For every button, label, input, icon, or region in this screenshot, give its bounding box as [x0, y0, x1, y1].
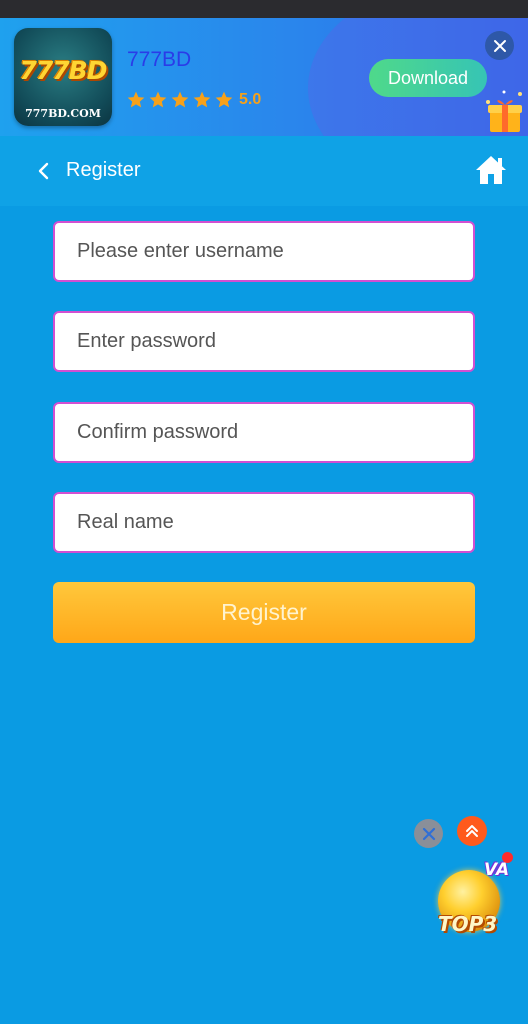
badge-label: TOP3: [438, 912, 498, 936]
app-download-banner: 777BD 777BD.COM 777BD 5.0 Download: [0, 18, 528, 136]
username-input[interactable]: [55, 223, 473, 280]
notification-dot: [502, 852, 513, 863]
close-icon: [493, 39, 506, 52]
star-icon: [215, 91, 233, 108]
star-icon: [171, 91, 189, 108]
chevron-left-icon[interactable]: [34, 161, 54, 181]
floating-close-button[interactable]: [414, 819, 443, 848]
password-field[interactable]: [53, 311, 475, 372]
close-icon: [422, 827, 435, 840]
double-chevron-up-icon: [466, 825, 478, 837]
home-icon[interactable]: [474, 154, 508, 186]
scroll-top-button[interactable]: [457, 816, 487, 846]
app-icon[interactable]: 777BD 777BD.COM: [14, 28, 112, 126]
confirm-password-field[interactable]: [53, 402, 475, 463]
real-name-field[interactable]: [53, 492, 475, 553]
real-name-input[interactable]: [55, 494, 473, 551]
download-button[interactable]: Download: [369, 59, 487, 97]
rating-value: 5.0: [239, 91, 262, 108]
page-header: Register: [0, 136, 528, 206]
app-icon-domain: 777BD.COM: [25, 107, 101, 120]
gift-icon: [486, 90, 522, 132]
page-title: Register: [66, 159, 141, 181]
username-field[interactable]: [53, 221, 475, 282]
star-icon: [149, 91, 167, 108]
badge-tag: VA: [484, 860, 510, 880]
app-rating: 5.0: [126, 90, 261, 110]
password-input[interactable]: [55, 313, 473, 370]
confirm-password-input[interactable]: [55, 404, 473, 461]
app-name: 777BD: [127, 48, 192, 71]
star-icon: [127, 91, 145, 108]
close-banner-button[interactable]: [485, 31, 514, 60]
status-bar: [0, 0, 528, 18]
app-icon-logo: 777BD: [19, 56, 108, 85]
top3-promo-badge[interactable]: VA TOP3: [430, 852, 518, 944]
star-icon: [193, 91, 211, 108]
register-button[interactable]: Register: [53, 582, 475, 643]
